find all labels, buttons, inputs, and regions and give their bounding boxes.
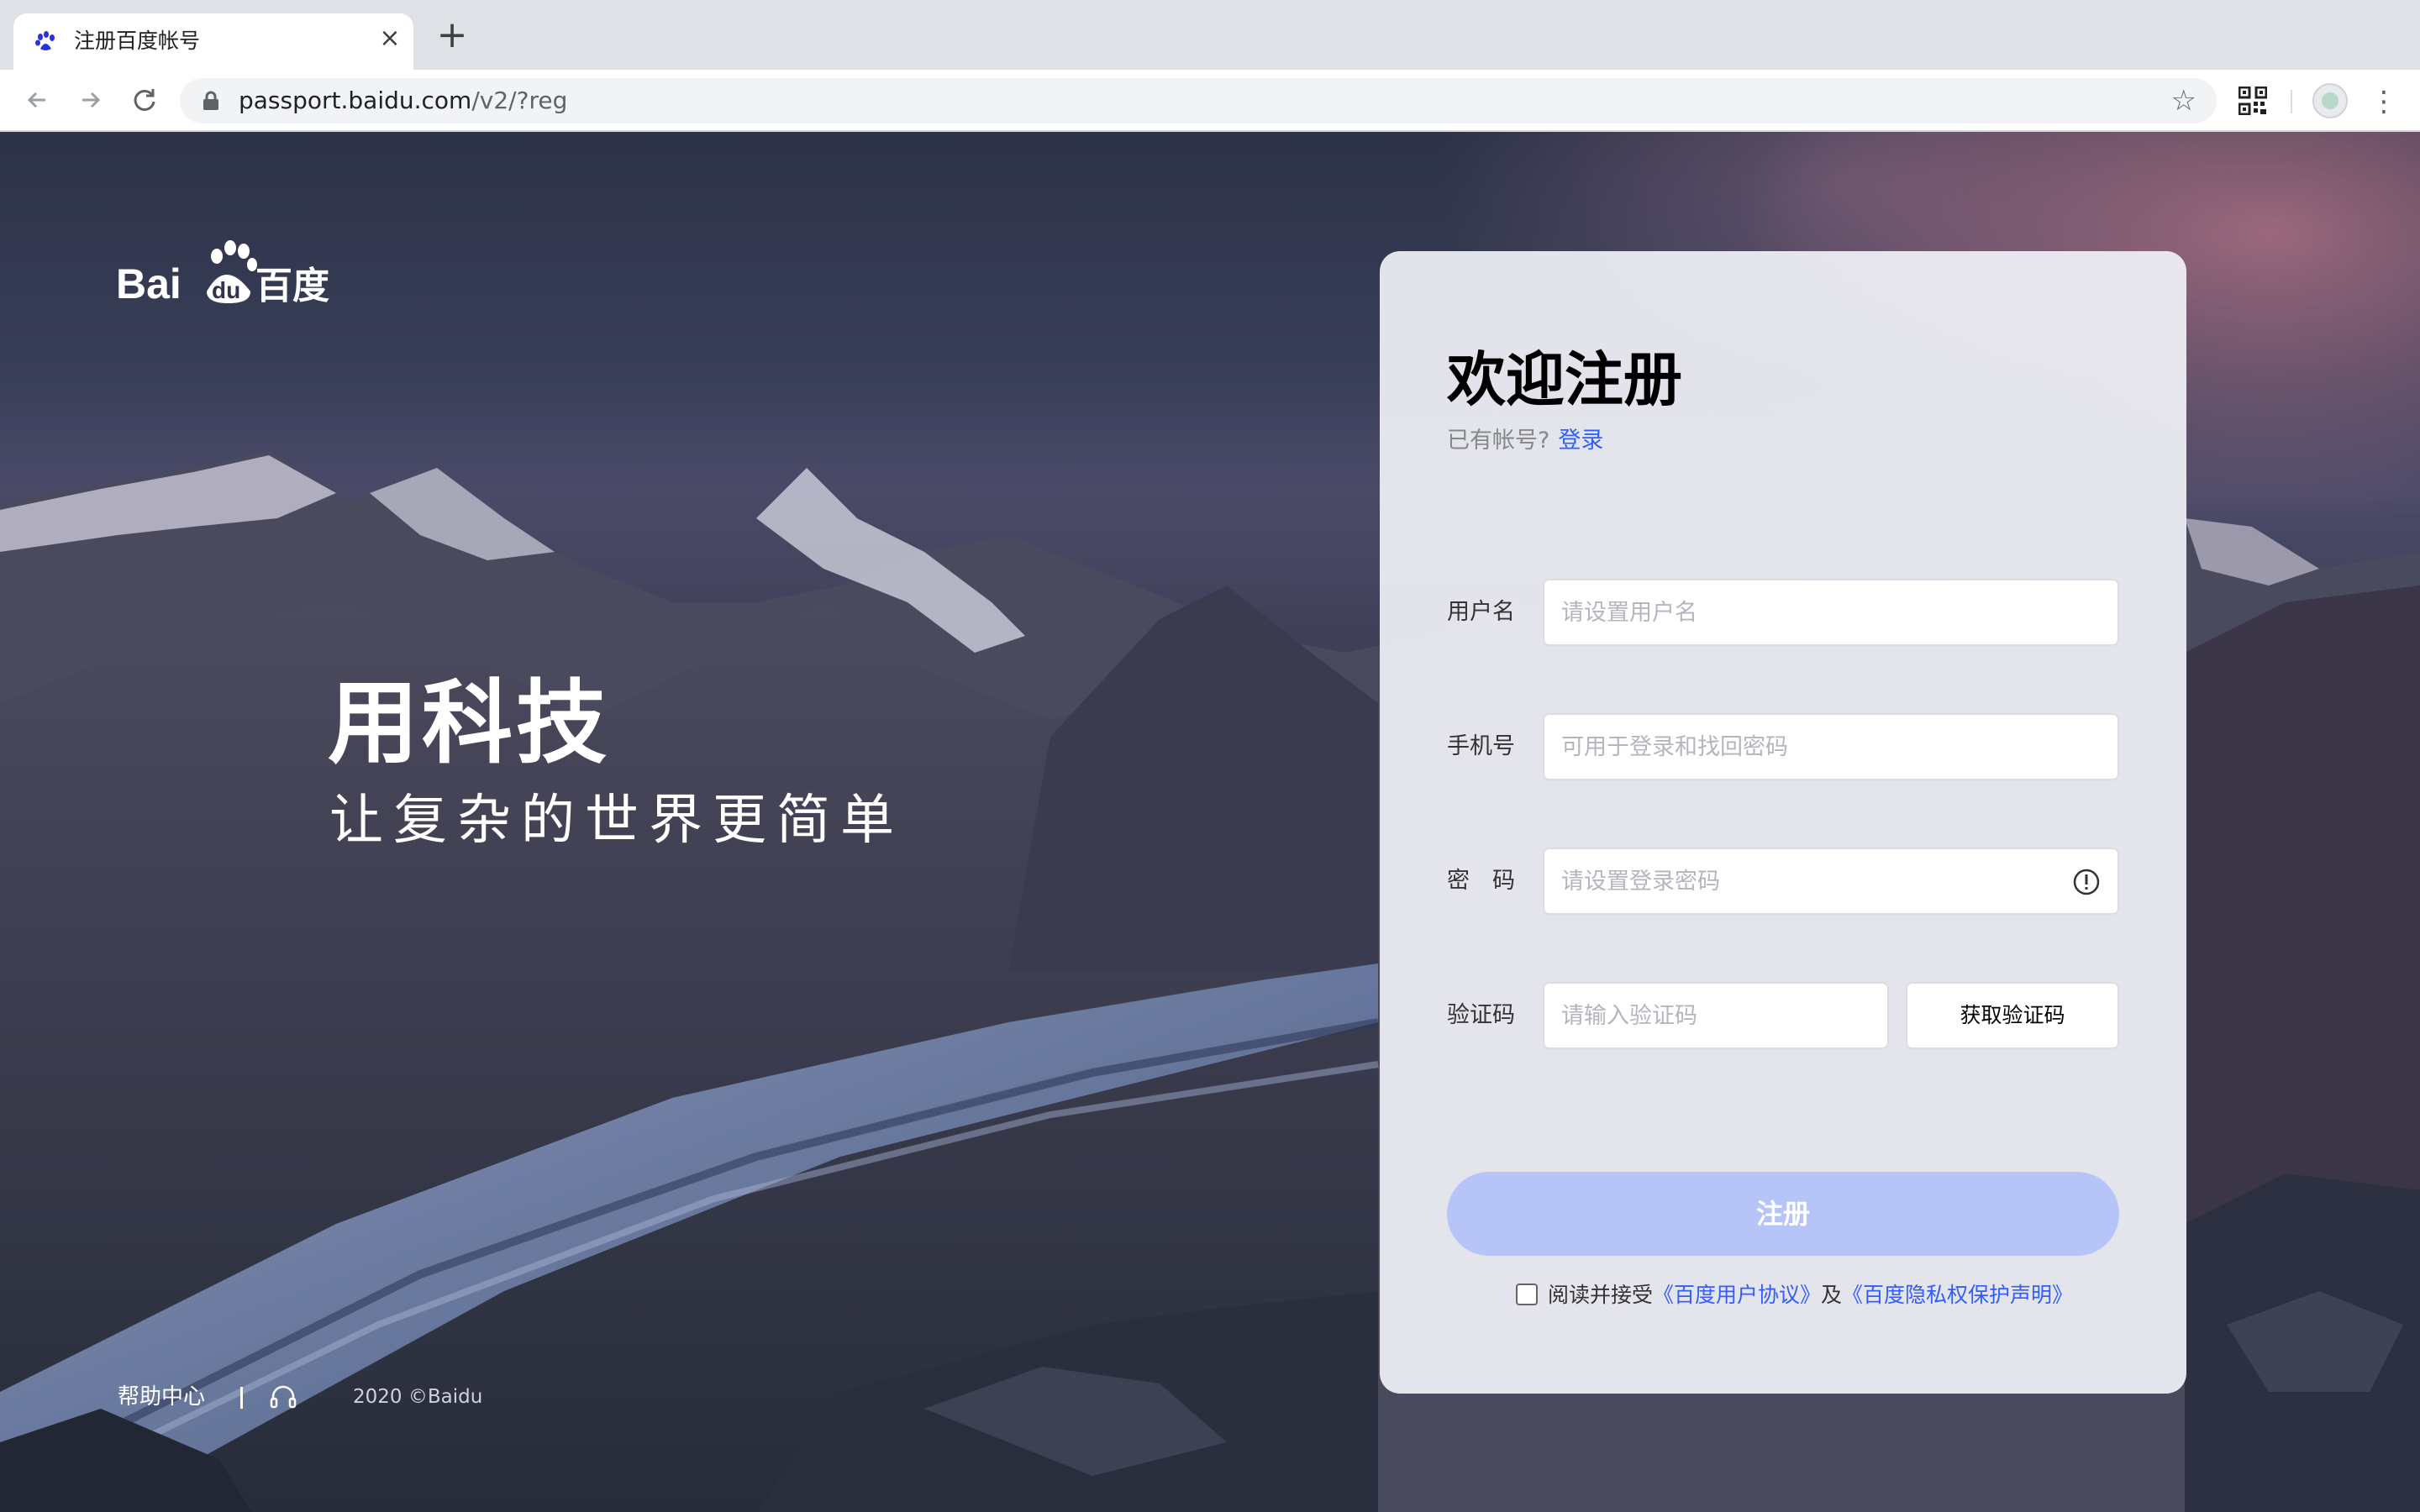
- lock-icon: [203, 91, 218, 110]
- privacy-link[interactable]: 《百度隐私权保护声明》: [1842, 1283, 2073, 1307]
- toolbar-divider: [2291, 90, 2292, 113]
- have-account-prompt: 已有帐号? 登录: [1447, 426, 1603, 456]
- svg-text:百度: 百度: [255, 265, 329, 305]
- code-row: 验证码 获取验证码: [1447, 982, 2136, 1049]
- profile-avatar[interactable]: [2312, 83, 2348, 118]
- baidu-logo: Bai du 百度: [116, 240, 329, 305]
- browser-tab[interactable]: 注册百度帐号 ×: [13, 13, 413, 70]
- register-page: Bai du 百度 用科技 让复杂的世界更简单 帮助中心 2020 ©Baidu…: [0, 132, 2420, 1512]
- card-title: 欢迎注册: [1447, 345, 1682, 414]
- phone-field-box[interactable]: [1543, 713, 2119, 780]
- arrow-right-icon: [82, 92, 101, 108]
- username-field-box[interactable]: [1543, 579, 2119, 646]
- baidu-paw-favicon-icon: [35, 31, 55, 50]
- username-row: 用户名: [1447, 579, 2136, 646]
- tab-title: 注册百度帐号: [74, 29, 201, 53]
- agreement-checkbox[interactable]: [1516, 1284, 1538, 1305]
- code-input[interactable]: [1561, 984, 1872, 1047]
- browser-toolbar: passport.baidu.com/v2/?reg ☆ ⋮: [0, 70, 2420, 132]
- help-center-link[interactable]: 帮助中心: [118, 1380, 205, 1414]
- url-host: passport.baidu.com: [239, 87, 472, 114]
- address-bar[interactable]: passport.baidu.com/v2/?reg ☆: [180, 78, 2217, 123]
- url-path: /v2/?reg: [471, 87, 568, 114]
- qr-code-icon[interactable]: [2238, 87, 2267, 115]
- info-circle-icon[interactable]: [2072, 868, 2101, 896]
- svg-text:du: du: [212, 277, 240, 303]
- new-tab-button[interactable]: +: [435, 17, 469, 54]
- password-input[interactable]: [1561, 849, 2082, 913]
- slogan-title: 用科技: [328, 671, 611, 776]
- get-code-button[interactable]: 获取验证码: [1906, 982, 2119, 1049]
- register-button[interactable]: 注册: [1447, 1172, 2119, 1256]
- browser-tabstrip: 注册百度帐号 × +: [0, 0, 2420, 70]
- forward-button[interactable]: [74, 83, 108, 117]
- phone-row: 手机号: [1447, 713, 2136, 780]
- reload-button[interactable]: [128, 83, 161, 117]
- phone-input[interactable]: [1561, 715, 2082, 779]
- password-row: 密 码: [1447, 848, 2136, 915]
- tab-close-icon[interactable]: ×: [376, 25, 403, 52]
- code-label: 验证码: [1447, 1002, 1515, 1028]
- login-link[interactable]: 登录: [1558, 428, 1603, 454]
- back-button[interactable]: [20, 83, 54, 117]
- register-card: 欢迎注册 已有帐号? 登录 用户名 手机号 密 码: [1380, 251, 2186, 1394]
- reload-icon: [134, 89, 155, 111]
- user-agreement-link[interactable]: 《百度用户协议》: [1653, 1283, 1821, 1307]
- bookmark-star-icon[interactable]: ☆: [2171, 86, 2196, 116]
- slogan-subtitle: 让复杂的世界更简单: [329, 790, 904, 852]
- phone-label: 手机号: [1447, 733, 1515, 759]
- code-field-box[interactable]: [1543, 982, 1889, 1049]
- footer-divider: [240, 1387, 243, 1409]
- copyright-text: 2020 ©Baidu: [353, 1386, 483, 1408]
- headset-icon[interactable]: [269, 1383, 297, 1412]
- url-text: passport.baidu.com/v2/?reg: [239, 87, 567, 115]
- agreement-prefix: 阅读并接受: [1548, 1283, 1654, 1307]
- have-account-text: 已有帐号?: [1447, 428, 1550, 454]
- arrow-left-icon: [27, 92, 45, 108]
- username-label: 用户名: [1447, 599, 1515, 625]
- password-field-box[interactable]: [1543, 848, 2119, 915]
- agreement-and: 及: [1821, 1283, 1843, 1307]
- kebab-menu-icon[interactable]: ⋮: [2370, 85, 2398, 118]
- password-label: 密 码: [1447, 868, 1515, 894]
- svg-text:Bai: Bai: [116, 260, 182, 305]
- agreement-line: 阅读并接受《百度用户协议》及《百度隐私权保护声明》: [1516, 1281, 2073, 1310]
- username-input[interactable]: [1561, 580, 2082, 644]
